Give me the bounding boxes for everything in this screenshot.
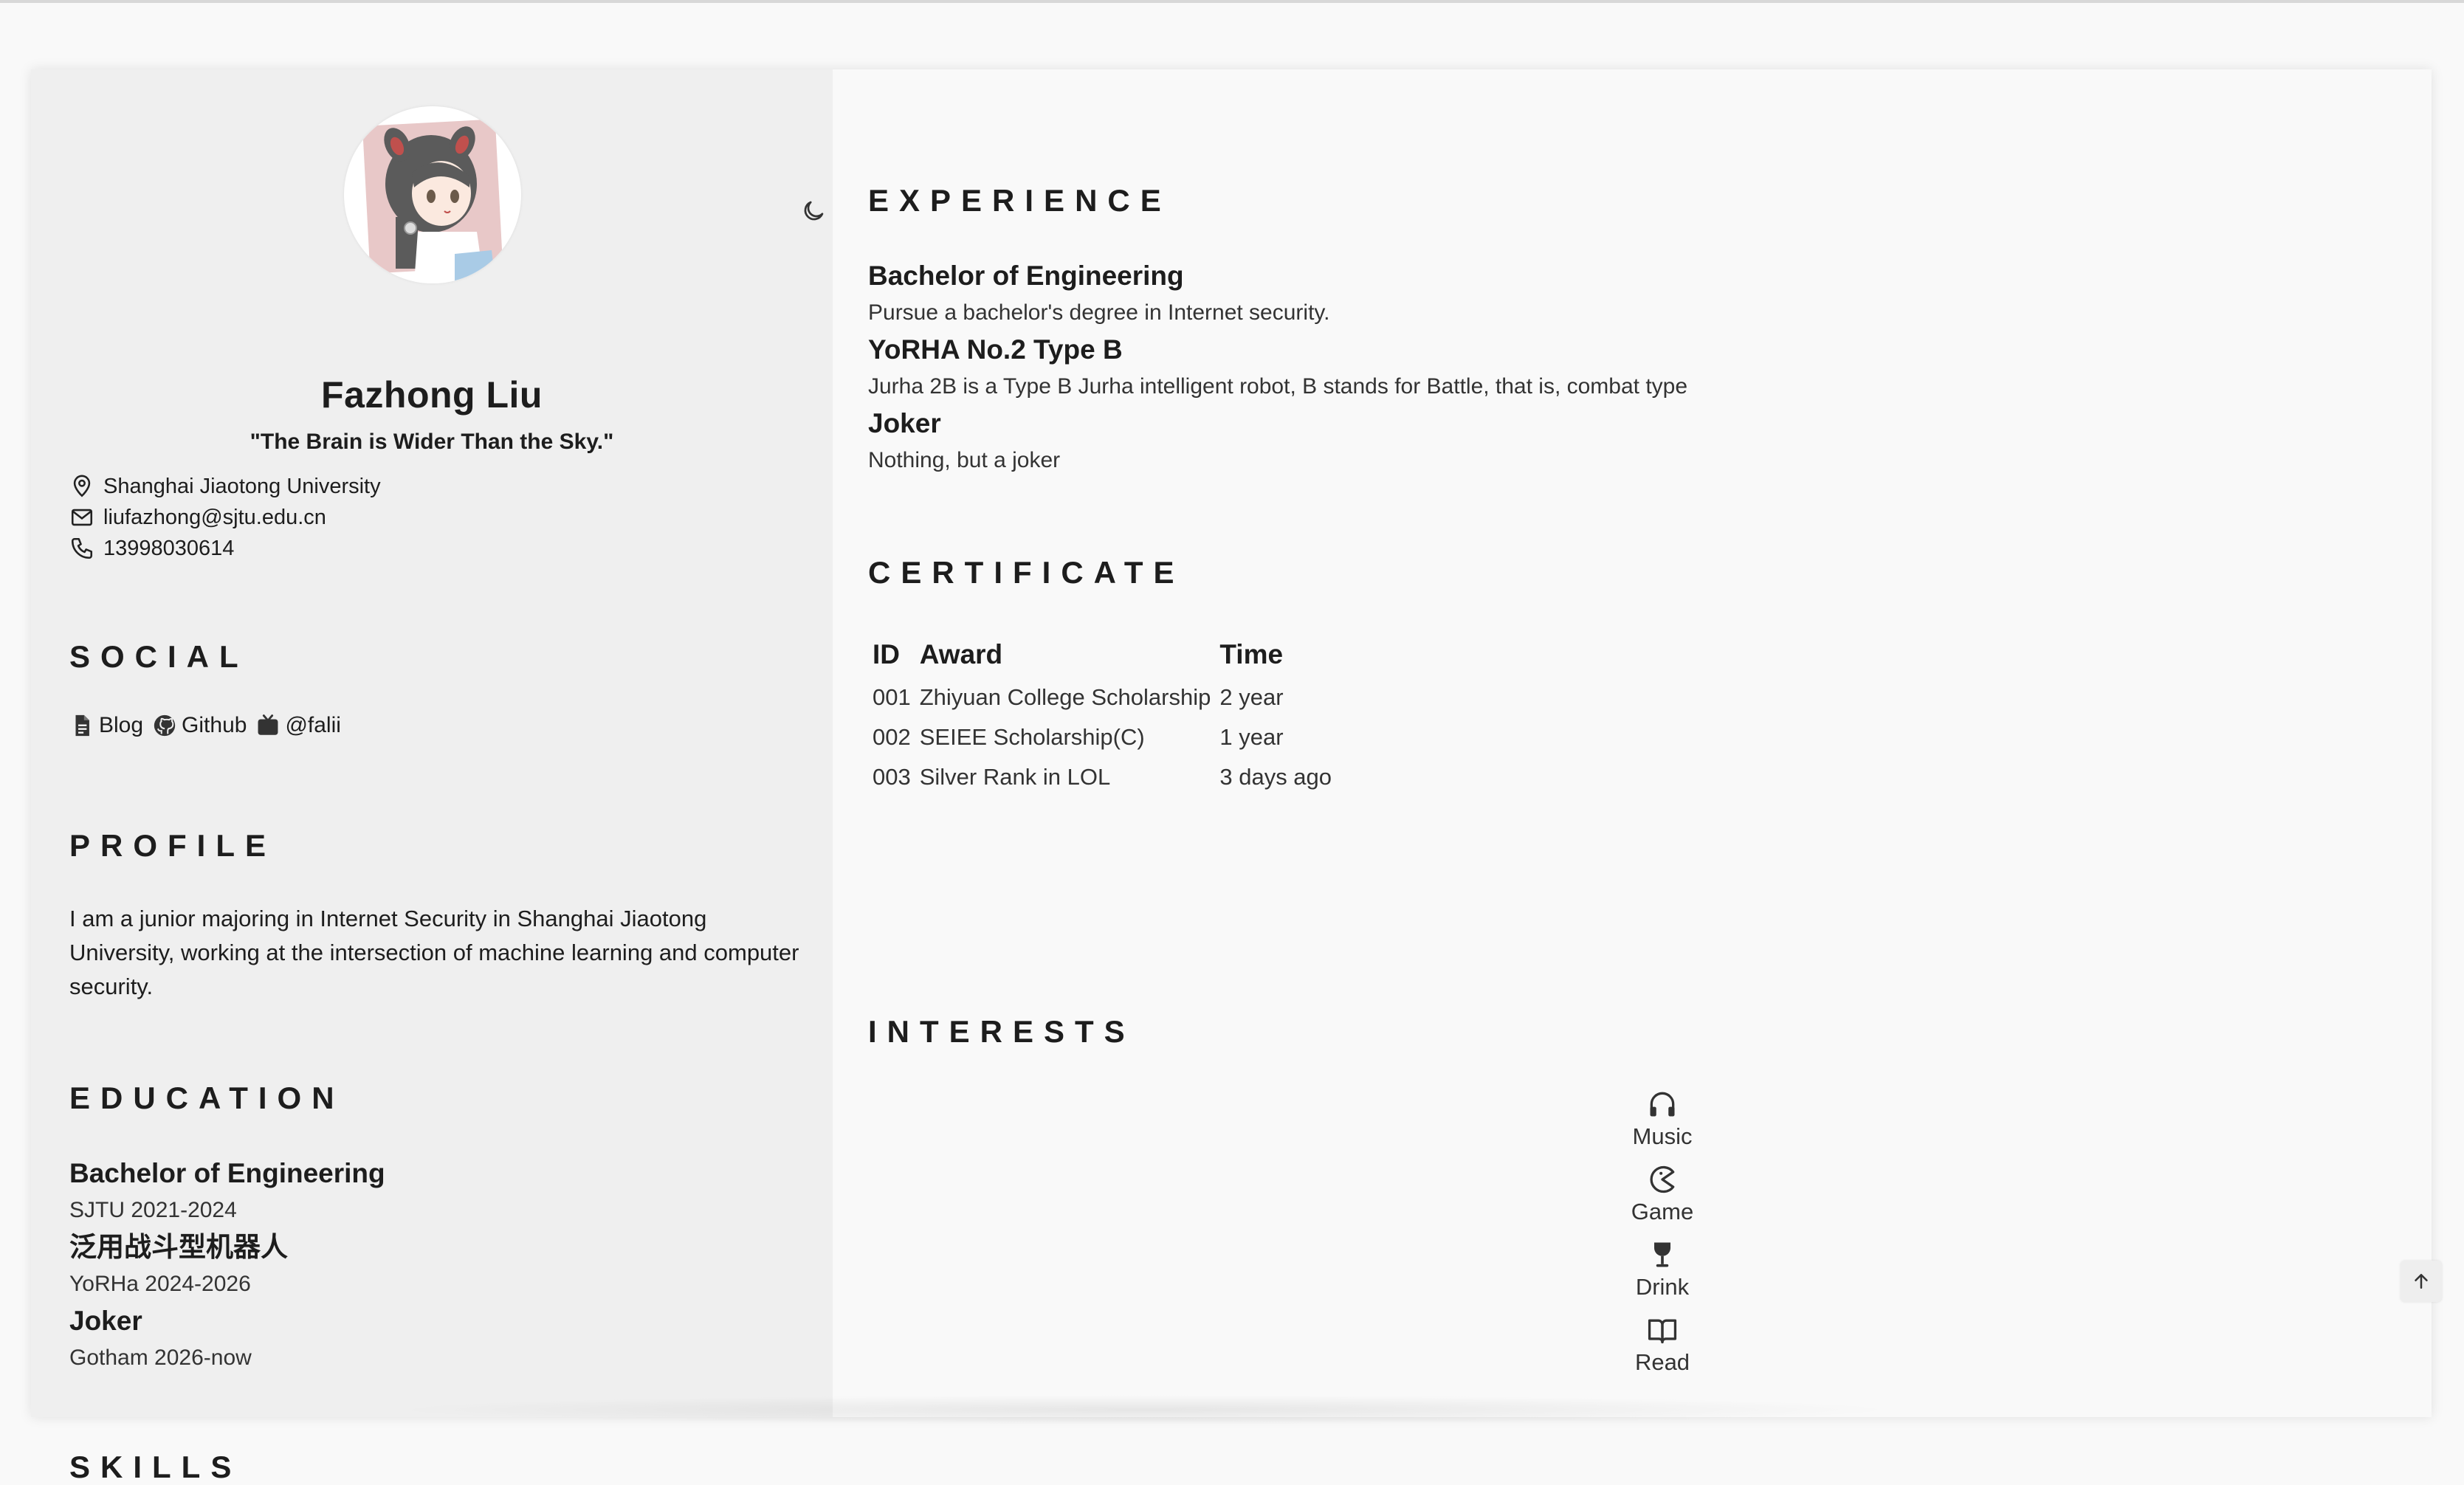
table-row: 002 SEIEE Scholarship(C) 1 year — [868, 717, 1336, 757]
column-header-id: ID — [873, 639, 900, 669]
profile-summary: I am a junior majoring in Internet Secur… — [69, 906, 799, 999]
interests-list: Music Game Drink Read — [1618, 1088, 1707, 1389]
cell-time: 3 days ago — [1219, 764, 1332, 790]
table-row: 001 Zhiyuan College Scholarship 2 year — [868, 678, 1336, 717]
social-links: Blog Github @falii — [69, 713, 350, 738]
contact-phone[interactable]: 13998030614 — [69, 533, 381, 564]
certificate-table: ID Award Time 001 Zhiyuan College Schola… — [868, 632, 1336, 797]
resume-card: Fazhong Liu "The Brain is Wider Than the… — [31, 69, 2432, 1484]
cell-id: 001 — [873, 684, 911, 710]
pacman-icon — [1650, 1165, 1675, 1193]
github-link[interactable]: Github — [152, 713, 247, 738]
table-row: 003 Silver Rank in LOL 3 days ago — [868, 757, 1336, 797]
envelope-icon — [71, 509, 93, 526]
tv-icon — [258, 714, 278, 735]
experience-list: Bachelor of Engineering Pursue a bachelo… — [868, 257, 1687, 478]
column-header-award: Award — [919, 639, 1003, 669]
location-pin-icon — [73, 475, 91, 497]
bilibili-link[interactable]: @falii — [255, 713, 341, 738]
education-list: Bachelor of Engineering SJTU 2021-2024 泛… — [69, 1154, 385, 1376]
blog-link-label: Blog — [99, 713, 144, 737]
section-title-certificate: CERTIFICATE — [868, 555, 1185, 590]
arrow-up-icon — [2415, 1274, 2428, 1289]
scroll-shadow — [384, 1395, 1904, 1424]
phone-text[interactable]: 13998030614 — [103, 537, 234, 561]
education-item-title: Bachelor of Engineering — [69, 1158, 385, 1188]
blog-link[interactable]: Blog — [69, 713, 143, 738]
column-header-time: Time — [1219, 639, 1284, 669]
interest-label: Game — [1631, 1199, 1694, 1224]
cell-time: 2 year — [1219, 684, 1284, 710]
experience-item-title: Joker — [868, 408, 941, 438]
headphones-icon — [1650, 1092, 1675, 1117]
section-title-skills: SKILLS — [69, 1450, 242, 1484]
education-item-sub: YoRHa 2024-2026 — [69, 1272, 251, 1296]
education-item-title: Joker — [69, 1306, 142, 1336]
cell-award: Zhiyuan College Scholarship — [919, 684, 1211, 710]
experience-item-desc: Nothing, but a joker — [868, 448, 1061, 472]
interest-item-music: Music — [1618, 1088, 1707, 1163]
interest-label: Drink — [1635, 1274, 1690, 1300]
section-title-social: SOCIAL — [69, 639, 249, 674]
document-icon — [75, 714, 89, 737]
experience-item-title: YoRHA No.2 Type B — [868, 334, 1123, 365]
github-icon — [154, 714, 176, 737]
person-name: Fazhong Liu — [321, 374, 543, 416]
education-item-sub: SJTU 2021-2024 — [69, 1198, 237, 1222]
browser-top-border — [0, 0, 2464, 3]
phone-icon — [71, 537, 93, 559]
cell-id: 002 — [873, 724, 911, 750]
contact-location: Shanghai Jiaotong University — [69, 471, 381, 502]
section-title-interests: INTERESTS — [868, 1014, 1135, 1049]
motto: "The Brain is Wider Than the Sky." — [250, 430, 614, 454]
contact-email[interactable]: liufazhong@sjtu.edu.cn — [69, 502, 381, 533]
interest-label: Read — [1634, 1349, 1690, 1375]
experience-item-title: Bachelor of Engineering — [868, 261, 1184, 291]
interest-item-read: Read — [1618, 1314, 1707, 1389]
cell-time: 1 year — [1219, 724, 1284, 750]
interest-item-game: Game — [1618, 1163, 1707, 1238]
education-item-sub: Gotham 2026-now — [69, 1346, 252, 1370]
location-text: Shanghai Jiaotong University — [103, 474, 381, 498]
email-text[interactable]: liufazhong@sjtu.edu.cn — [103, 506, 326, 530]
cell-award: Silver Rank in LOL — [919, 764, 1111, 790]
contact-list: Shanghai Jiaotong University liufazhong@… — [69, 471, 381, 564]
github-link-label: Github — [182, 713, 247, 737]
open-book-icon — [1648, 1319, 1677, 1344]
cell-award: SEIEE Scholarship(C) — [919, 724, 1145, 750]
moon-icon — [804, 201, 824, 221]
avatar-illustration — [362, 119, 503, 283]
experience-item-desc: Pursue a bachelor's degree in Internet s… — [868, 300, 1330, 325]
table-header-row: ID Award Time — [868, 632, 1336, 678]
experience-item-desc: Jurha 2B is a Type B Jurha intelligent r… — [868, 374, 1688, 399]
interest-label: Music — [1632, 1123, 1693, 1149]
section-title-profile: PROFILE — [69, 828, 277, 863]
dark-mode-toggle[interactable] — [793, 190, 834, 232]
cell-id: 003 — [873, 764, 911, 790]
wine-glass-icon — [1654, 1242, 1670, 1267]
avatar — [344, 106, 521, 283]
bilibili-link-label: @falii — [285, 713, 341, 737]
section-title-experience: EXPERIENCE — [868, 183, 1171, 218]
sidebar: Fazhong Liu "The Brain is Wider Than the… — [31, 69, 834, 1484]
scroll-to-top-button[interactable] — [2401, 1261, 2442, 1302]
interest-item-drink: Drink — [1618, 1238, 1707, 1314]
education-item-title: 泛用战斗型机器人 — [69, 1231, 288, 1263]
section-title-education: EDUCATION — [69, 1081, 345, 1115]
